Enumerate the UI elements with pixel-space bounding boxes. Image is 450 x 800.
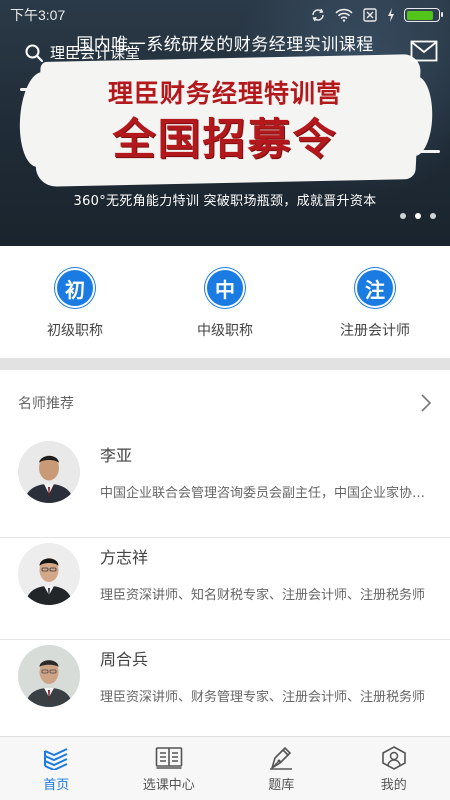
category-label[interactable]: 中级职称: [197, 320, 253, 340]
battery-icon: [404, 8, 443, 22]
avatar[interactable]: [18, 441, 80, 503]
carousel-dot[interactable]: [400, 213, 406, 219]
intermediate-badge-icon[interactable]: 中: [205, 268, 245, 308]
teacher-name: 李亚: [100, 446, 133, 465]
nav-label[interactable]: 我的: [381, 774, 407, 793]
search-text[interactable]: 理臣会计课堂: [50, 42, 140, 63]
category-label[interactable]: 初级职称: [47, 320, 103, 340]
nav-label[interactable]: 选课中心: [143, 774, 195, 793]
category-intermediate[interactable]: 中 中级职称: [150, 246, 300, 358]
search-bar[interactable]: 理臣会计课堂: [24, 42, 140, 63]
rotation-lock-icon: [312, 8, 324, 22]
cpa-badge-icon[interactable]: 注: [355, 268, 395, 308]
teacher-card[interactable]: 方志祥 理臣资深讲师、知名财税专家、注册会计师、注册税务师: [0, 538, 450, 640]
status-time: 下午3:07: [10, 7, 66, 23]
wifi-icon: [335, 8, 353, 22]
category-cpa[interactable]: 注 注册会计师: [300, 246, 450, 358]
teacher-name: 周合兵: [100, 650, 149, 669]
banner-title-line2: 全国招募令: [112, 115, 338, 165]
banner-subtitle: 360°无死角能力特训 突破职场瓶颈，成就晋升资本: [73, 194, 377, 209]
status-bar: 下午3:07: [0, 0, 450, 30]
avatar[interactable]: [18, 645, 80, 707]
no-sim-icon: [363, 8, 377, 22]
chevron-right-icon[interactable]: [420, 394, 432, 412]
search-icon[interactable]: [24, 43, 44, 63]
section-divider: [0, 358, 450, 370]
nav-course-center[interactable]: 选课中心: [113, 737, 226, 800]
charging-icon: [388, 8, 394, 22]
avatar[interactable]: [18, 543, 80, 605]
nav-home[interactable]: 首页: [0, 737, 113, 800]
teacher-card[interactable]: 周合兵 理臣资深讲师、财务管理专家、注册会计师、注册税务师: [0, 640, 450, 742]
hero-banner[interactable]: 下午3:07 国内唯一系统研发的财务经理实训课程 理臣会计课堂 理臣财务经理特训…: [0, 0, 450, 246]
teacher-description: 中国企业联合会管理咨询委员会副主任，中国企业家协会理事: [100, 486, 430, 501]
nav-label[interactable]: 首页: [43, 774, 69, 793]
nav-profile[interactable]: 我的: [338, 737, 450, 800]
category-row: 初 初级职称 中 中级职称 注 注册会计师: [0, 246, 450, 358]
junior-badge-icon[interactable]: 初: [55, 268, 95, 308]
category-label[interactable]: 注册会计师: [340, 320, 410, 340]
teacher-list: 李亚 中国企业联合会管理咨询委员会副主任，中国企业家协会理事 方志祥 理臣资深讲…: [0, 436, 450, 742]
teacher-name: 方志祥: [100, 548, 149, 567]
home-books-icon[interactable]: [43, 746, 69, 770]
carousel-dot[interactable]: [430, 213, 436, 219]
nav-question-bank[interactable]: 题库: [225, 737, 338, 800]
teachers-section-header[interactable]: 名师推荐: [0, 370, 450, 436]
bottom-navigation: 首页 选课中心 题库 我的: [0, 736, 450, 800]
profile-icon[interactable]: [381, 746, 407, 770]
category-junior[interactable]: 初 初级职称: [0, 246, 150, 358]
teacher-description: 理臣资深讲师、财务管理专家、注册会计师、注册税务师: [100, 690, 426, 705]
teacher-card[interactable]: 李亚 中国企业联合会管理咨询委员会副主任，中国企业家协会理事: [0, 436, 450, 538]
open-book-icon[interactable]: [155, 746, 183, 770]
mail-icon[interactable]: [410, 40, 438, 62]
carousel-dot[interactable]: [415, 213, 421, 219]
teacher-description: 理臣资深讲师、知名财税专家、注册会计师、注册税务师: [100, 588, 426, 603]
nav-label[interactable]: 题库: [268, 774, 294, 793]
pen-icon[interactable]: [268, 746, 294, 770]
carousel-indicator: [400, 213, 436, 219]
section-title: 名师推荐: [18, 396, 74, 412]
